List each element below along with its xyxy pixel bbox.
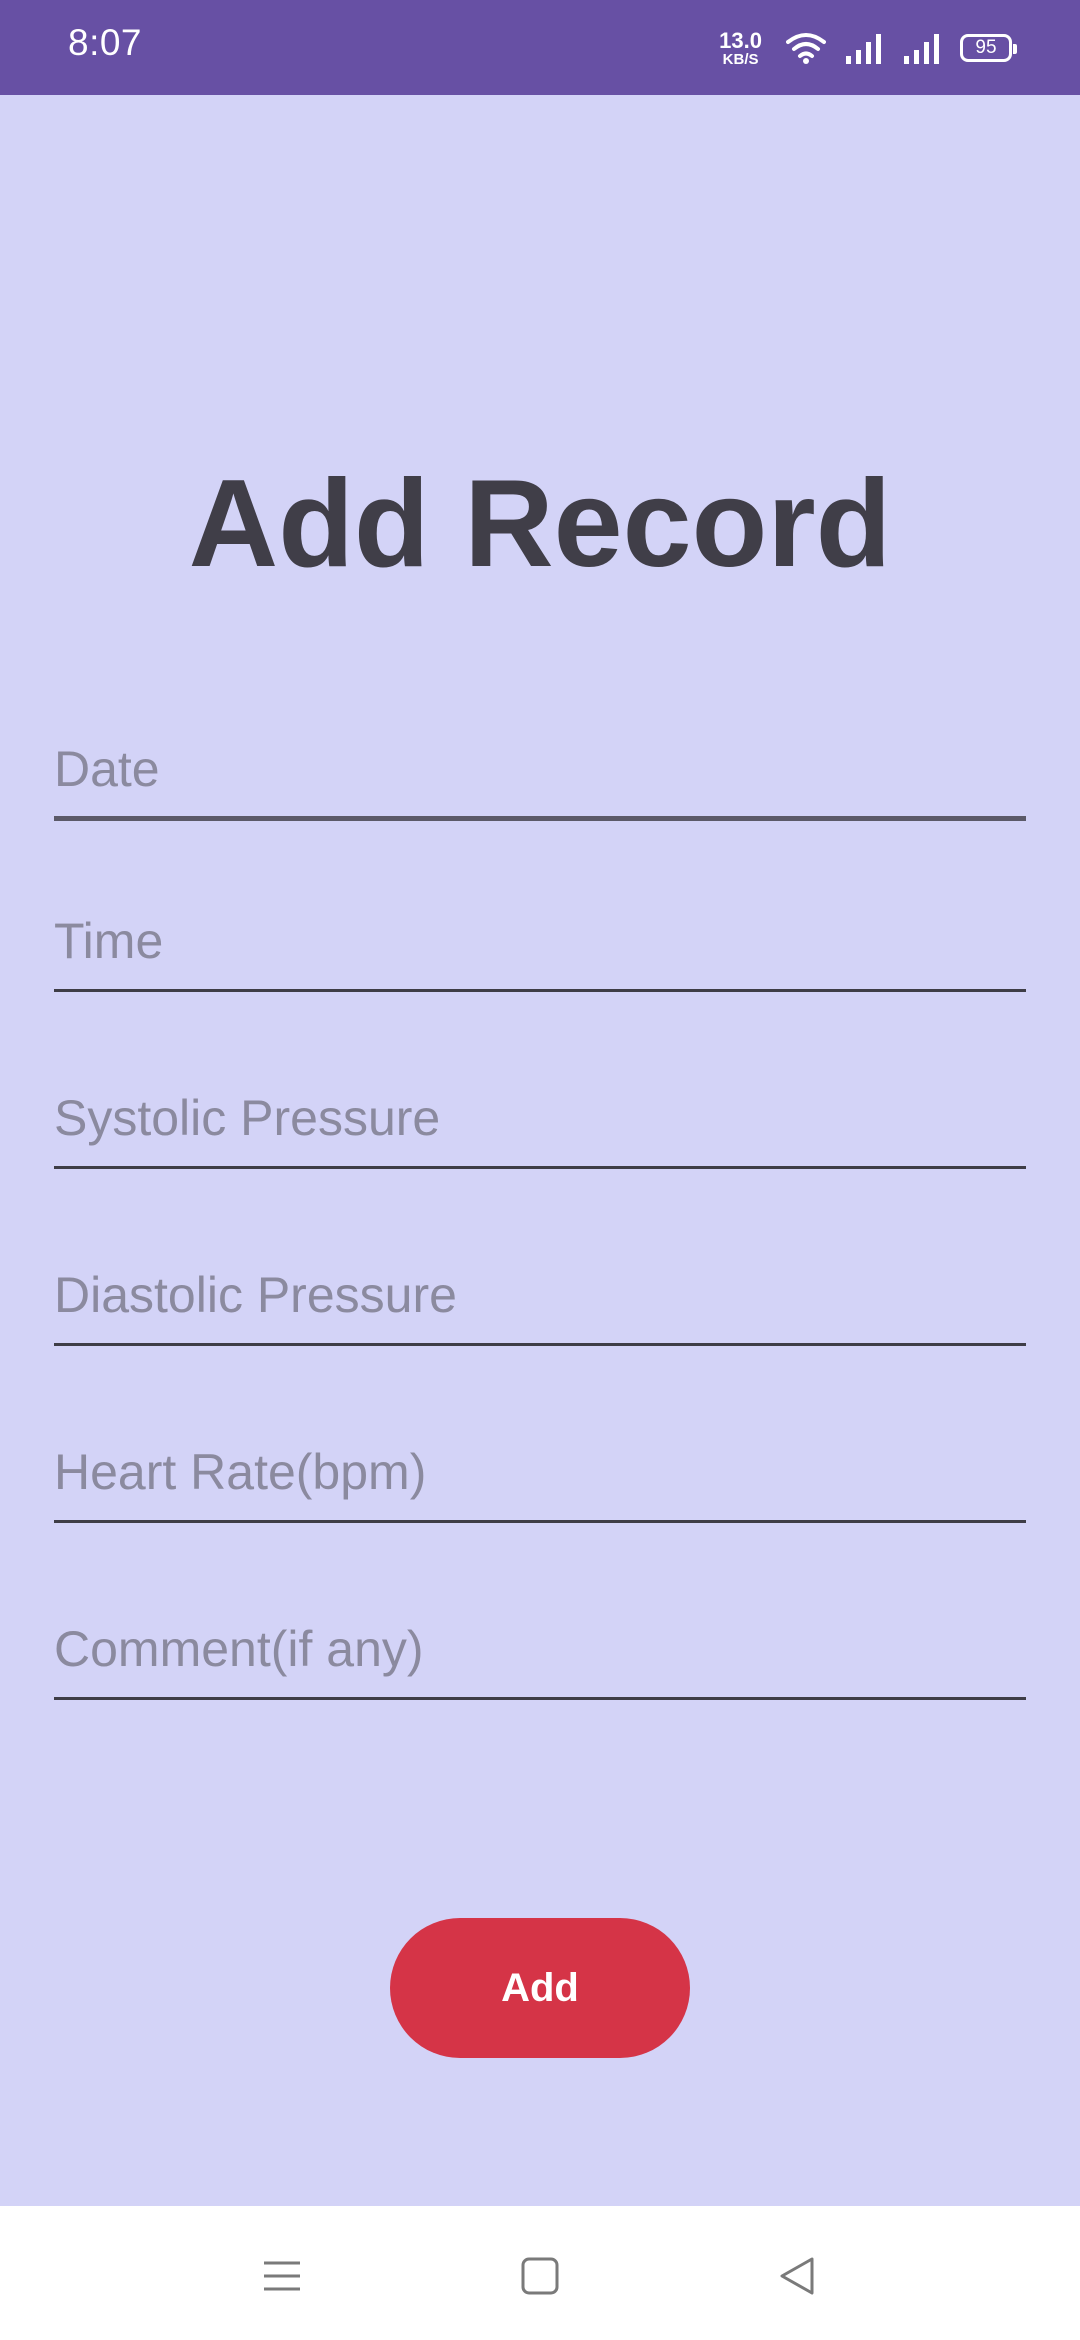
heart-rate-field[interactable] xyxy=(54,1433,1026,1523)
wifi-icon xyxy=(786,33,826,64)
diastolic-pressure-input[interactable] xyxy=(54,1256,1026,1334)
comment-underline xyxy=(54,1697,1026,1700)
network-speed-value: 13.0 xyxy=(719,27,762,53)
systolic-pressure-input[interactable] xyxy=(54,1079,1026,1157)
date-input[interactable] xyxy=(54,730,1026,808)
add-button[interactable]: Add xyxy=(390,1918,690,2058)
page-title: Add Record xyxy=(188,455,892,593)
status-icons: 13.0 KB/S 95 xyxy=(719,26,1017,70)
time-field-underline xyxy=(54,989,1026,992)
systolic-pressure-underline xyxy=(54,1166,1026,1169)
comment-field[interactable] xyxy=(54,1610,1026,1700)
home-square-icon[interactable] xyxy=(510,2246,570,2306)
status-time: 8:07 xyxy=(68,22,143,63)
heart-rate-underline xyxy=(54,1520,1026,1523)
navigation-bar xyxy=(0,2206,1080,2340)
date-field-underline xyxy=(54,816,1026,821)
status-bar: 8:07 13.0 KB/S 95 xyxy=(0,0,1080,95)
battery-icon: 95 xyxy=(960,34,1017,62)
battery-level: 95 xyxy=(975,37,997,58)
comment-input[interactable] xyxy=(54,1610,1026,1688)
diastolic-pressure-underline xyxy=(54,1343,1026,1346)
back-triangle-icon[interactable] xyxy=(768,2246,828,2306)
signal-icon-sim2 xyxy=(904,34,939,64)
network-speed: 13.0 KB/S xyxy=(719,27,762,68)
diastolic-pressure-field[interactable] xyxy=(54,1256,1026,1346)
time-field[interactable] xyxy=(54,902,1026,992)
time-input[interactable] xyxy=(54,902,1026,980)
signal-icon-sim1 xyxy=(846,34,881,64)
date-field[interactable] xyxy=(54,730,1026,821)
systolic-pressure-field[interactable] xyxy=(54,1079,1026,1169)
network-speed-unit: KB/S xyxy=(722,50,759,68)
menu-icon[interactable] xyxy=(252,2246,312,2306)
heart-rate-input[interactable] xyxy=(54,1433,1026,1511)
